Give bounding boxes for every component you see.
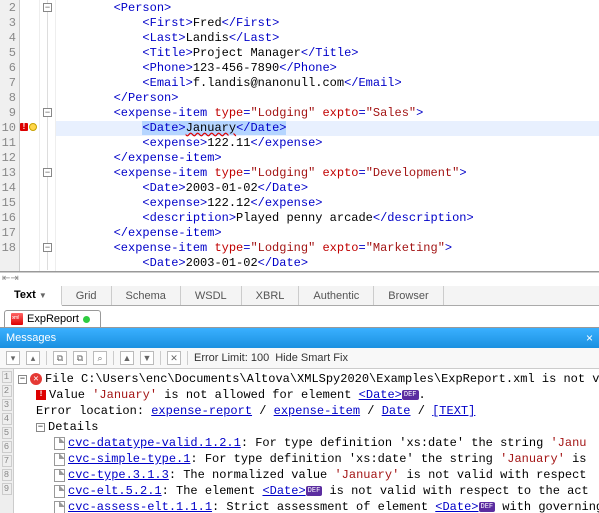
fold-margin[interactable]: − − − − (40, 0, 56, 271)
file-tab-expreport[interactable]: ExpReport (4, 310, 101, 327)
code-editor[interactable]: 23456789101112131415161718 ! − − − − <Perso… (0, 0, 599, 272)
fold-toggle[interactable]: − (43, 3, 52, 12)
view-tab-browser[interactable]: Browser (374, 286, 443, 305)
msg-value-line[interactable]: !Value 'January' is not allowed for elem… (18, 387, 595, 403)
msg-detail-row[interactable]: cvc-assess-elt.1.1.1: Strict assessment … (18, 499, 595, 513)
breadcrumb-part[interactable]: Date (382, 404, 411, 418)
messages-tab-7[interactable]: 7 (2, 455, 12, 467)
xml-file-icon (11, 313, 23, 325)
view-tab-grid[interactable]: Grid (62, 286, 112, 305)
document-icon (54, 485, 65, 498)
toolbar-separator (160, 351, 161, 365)
messages-tab-3[interactable]: 3 (2, 399, 12, 411)
messages-tab-4[interactable]: 4 (2, 413, 12, 425)
breadcrumb-part[interactable]: expense-item (274, 404, 360, 418)
editor-nav-arrows[interactable]: ⇤⇥ (0, 272, 599, 286)
def-badge-icon[interactable]: DEF (402, 390, 419, 400)
code-content[interactable]: <Person> <First>Fred</First> <Last>Landi… (56, 0, 599, 271)
messages-tab-9[interactable]: 9 (2, 483, 12, 495)
messages-body: 1 2 3 4 5 6 7 8 9 −✕File C:\Users\enc\Documents\… (0, 369, 599, 513)
cvc-code-link[interactable]: cvc-assess-elt.1.1.1 (68, 500, 212, 513)
msg-details-header[interactable]: −Details (18, 419, 595, 435)
error-marker-icon[interactable]: ! (20, 123, 28, 131)
cvc-code-link[interactable]: cvc-datatype-valid.1.2.1 (68, 436, 241, 450)
document-icon (54, 437, 65, 450)
error-badge-icon: ! (36, 390, 46, 400)
cvc-code-link[interactable]: cvc-simple-type.1 (68, 452, 190, 466)
messages-tab-6[interactable]: 6 (2, 441, 12, 453)
toolbar-separator (113, 351, 114, 365)
messages-tab-2[interactable]: 2 (2, 385, 12, 397)
lightbulb-icon[interactable] (29, 123, 37, 131)
document-icon (54, 469, 65, 482)
copy-all-icon[interactable]: ⧉ (73, 351, 87, 365)
msg-location-line: Error location: expense-report / expense… (18, 403, 595, 419)
chevron-down-icon: ▼ (39, 291, 47, 300)
msg-detail-row[interactable]: cvc-simple-type.1: For type definition '… (18, 451, 595, 467)
file-tab-label: ExpReport (27, 313, 79, 325)
messages-tab-5[interactable]: 5 (2, 427, 12, 439)
document-icon (54, 501, 65, 513)
toolbar-separator (187, 351, 188, 365)
dirty-indicator-icon (83, 316, 90, 323)
messages-toolbar: ▾ ▴ ⧉ ⧉ ⌕ ▲ ▼ ✕ Error Limit: 100 Hide Sm… (0, 348, 599, 369)
clear-icon[interactable]: ✕ (167, 351, 181, 365)
prev-icon[interactable]: ▲ (120, 351, 134, 365)
messages-tab-8[interactable]: 8 (2, 469, 12, 481)
view-tabs[interactable]: Text ▼GridSchemaWSDLXBRLAuthenticBrowser (0, 286, 599, 306)
filter-down-icon[interactable]: ▾ (6, 351, 20, 365)
next-icon[interactable]: ▼ (140, 351, 154, 365)
file-tabs[interactable]: ExpReport (0, 306, 599, 328)
view-tab-xbrl[interactable]: XBRL (242, 286, 300, 305)
cvc-code-link[interactable]: cvc-elt.5.2.1 (68, 484, 162, 498)
messages-tab-1[interactable]: 1 (2, 371, 12, 383)
view-tab-schema[interactable]: Schema (112, 286, 181, 305)
view-tab-text[interactable]: Text ▼ (0, 286, 62, 306)
messages-tab-strip[interactable]: 1 2 3 4 5 6 7 8 9 (0, 369, 14, 513)
def-badge-icon[interactable]: DEF (479, 502, 496, 512)
hide-smart-fix-link[interactable]: Hide Smart Fix (275, 352, 348, 364)
view-tab-authentic[interactable]: Authentic (299, 286, 374, 305)
breadcrumb-part[interactable]: [TEXT] (432, 404, 475, 418)
copy-icon[interactable]: ⧉ (53, 351, 67, 365)
fold-toggle[interactable]: − (43, 168, 52, 177)
toolbar-separator (46, 351, 47, 365)
error-limit-label[interactable]: Error Limit: 100 (194, 352, 269, 364)
error-icon: ✕ (30, 373, 42, 385)
messages-title-label: Messages (6, 332, 56, 344)
messages-tree[interactable]: −✕File C:\Users\enc\Documents\Altova\XML… (14, 369, 599, 513)
cvc-code-link[interactable]: cvc-type.3.1.3 (68, 468, 169, 482)
fold-toggle[interactable]: − (43, 108, 52, 117)
view-tab-wsdl[interactable]: WSDL (181, 286, 242, 305)
msg-detail-row[interactable]: cvc-datatype-valid.1.2.1: For type defin… (18, 435, 595, 451)
find-icon[interactable]: ⌕ (93, 351, 107, 365)
document-icon (54, 453, 65, 466)
filter-up-icon[interactable]: ▴ (26, 351, 40, 365)
breadcrumb-part[interactable]: expense-report (151, 404, 252, 418)
close-icon[interactable]: × (586, 331, 593, 345)
def-badge-icon[interactable]: DEF (306, 486, 323, 496)
msg-detail-row[interactable]: cvc-type.3.1.3: The normalized value 'Ja… (18, 467, 595, 483)
collapse-toggle[interactable]: − (18, 375, 27, 384)
marker-margin: ! (20, 0, 40, 271)
collapse-toggle[interactable]: − (36, 423, 45, 432)
messages-panel-title[interactable]: Messages × (0, 328, 599, 348)
fold-toggle[interactable]: − (43, 243, 52, 252)
msg-detail-row[interactable]: cvc-elt.5.2.1: The element <Date>DEF is … (18, 483, 595, 499)
line-number-gutter: 23456789101112131415161718 (0, 0, 20, 271)
msg-file-line[interactable]: −✕File C:\Users\enc\Documents\Altova\XML… (18, 371, 595, 387)
